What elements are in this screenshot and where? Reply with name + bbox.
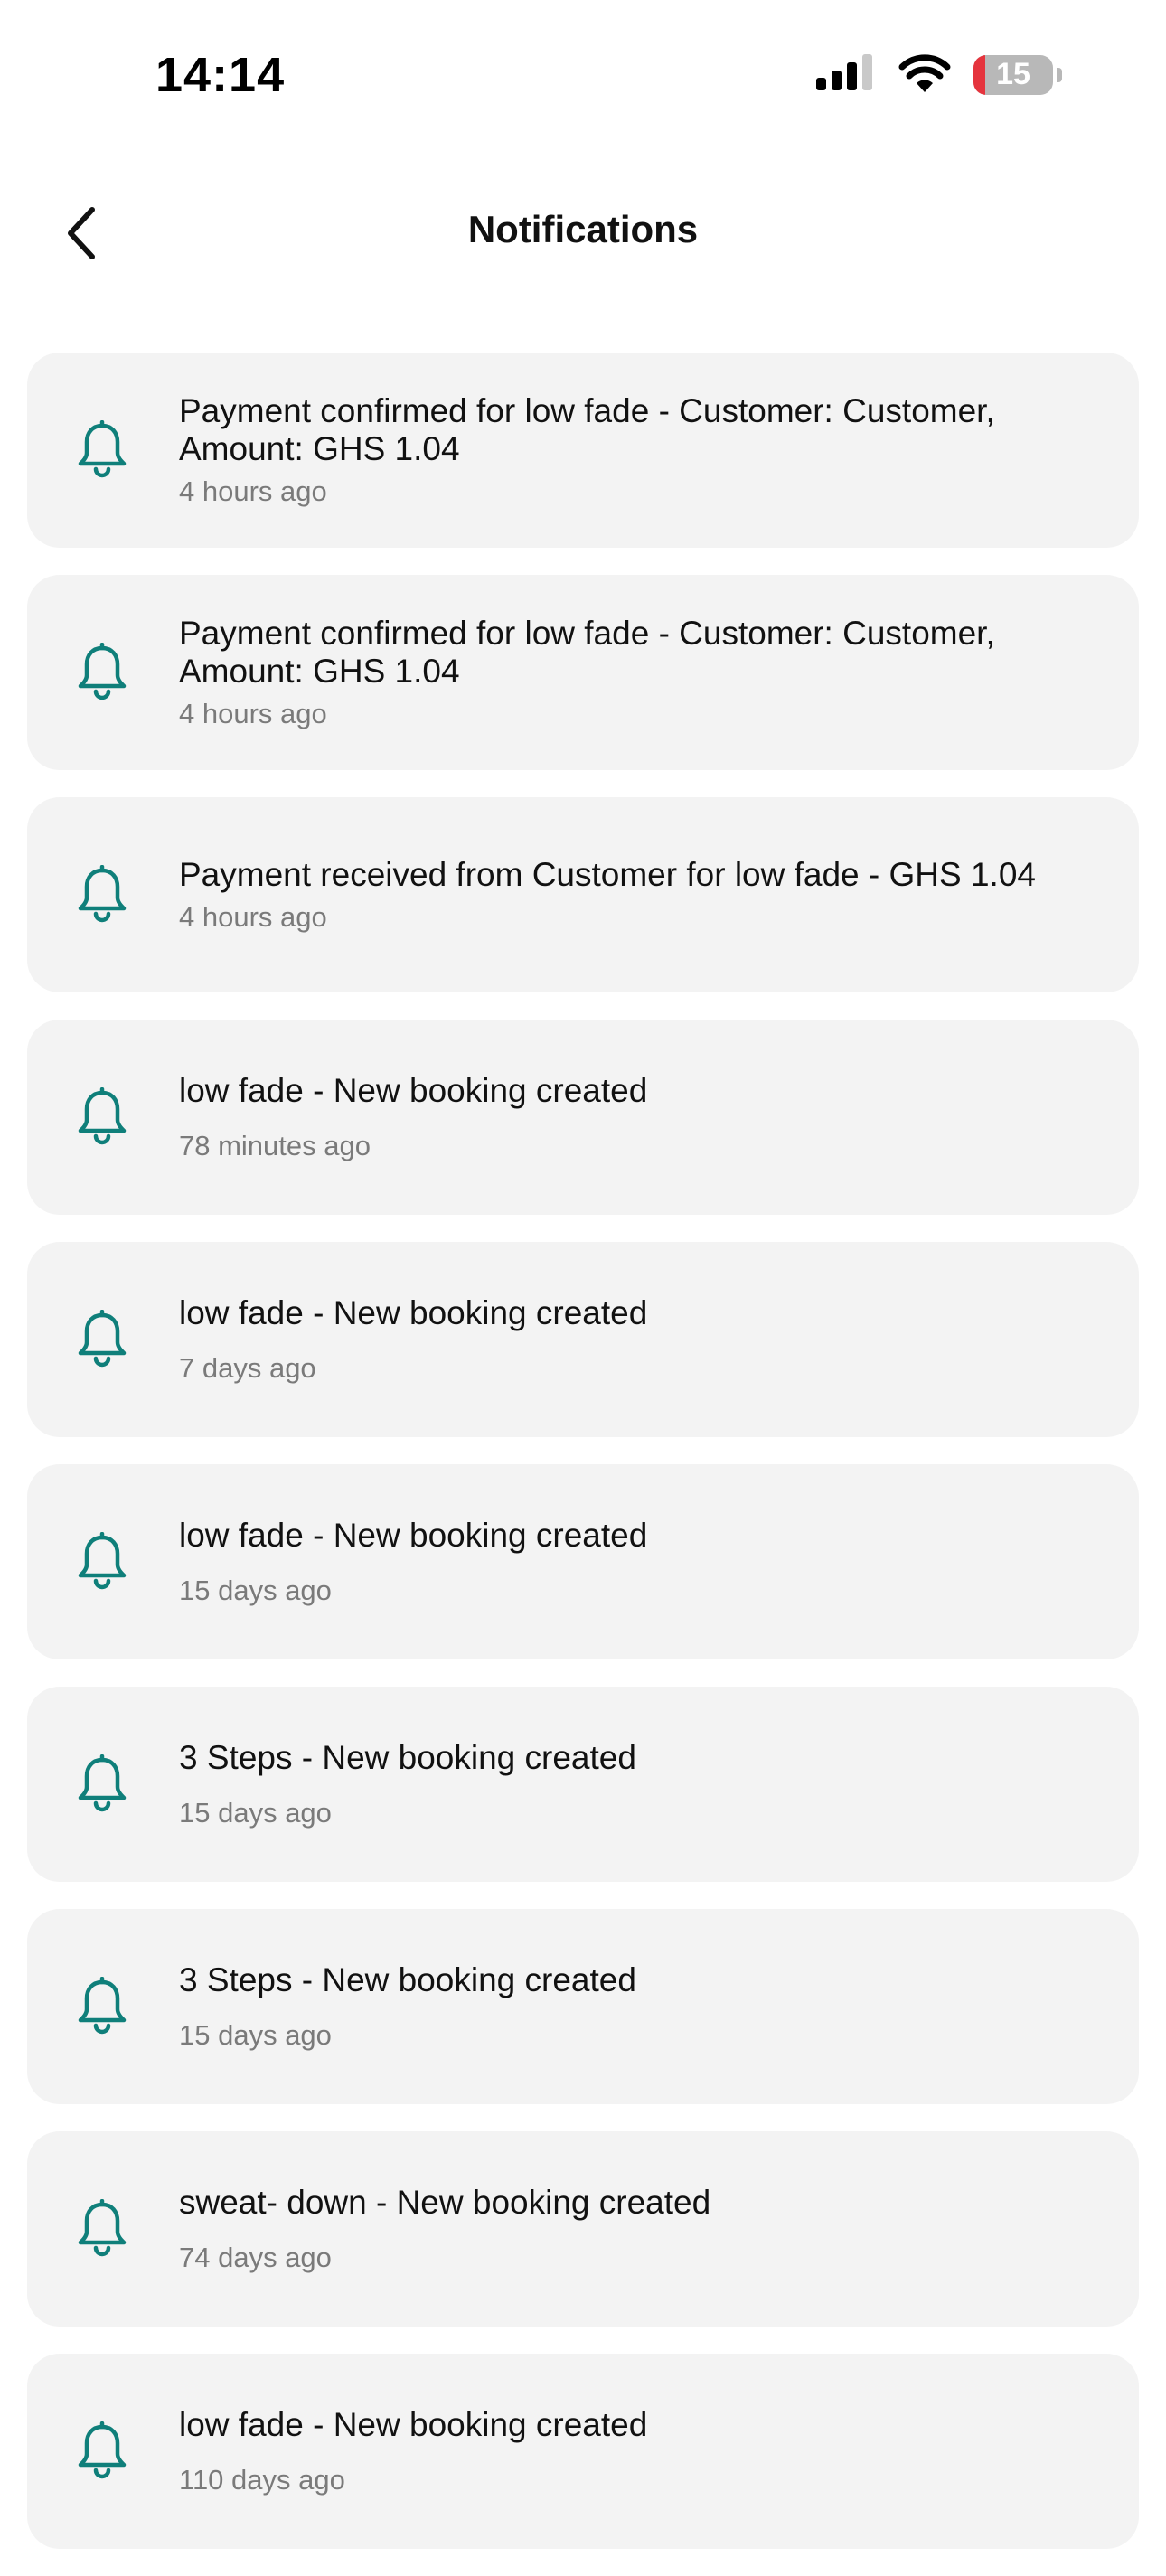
notification-item[interactable]: sweat- down - New booking created 74 days… [27, 2131, 1139, 2327]
battery-level: 15 [996, 57, 1030, 91]
notification-content: low fade - New booking created 110 days a… [179, 2354, 1085, 2549]
notification-time: 110 days ago [179, 2464, 345, 2496]
notification-time: 78 minutes ago [179, 1130, 371, 1161]
notification-message: low fade - New booking created [179, 2406, 648, 2443]
notification-item[interactable]: Payment confirmed for low fade - Custome… [27, 353, 1139, 548]
notification-content: Payment confirmed for low fade - Custome… [179, 353, 1085, 548]
notification-item[interactable]: 3 Steps - New booking created 15 days ago [27, 1909, 1139, 2104]
notification-content: 3 Steps - New booking created 15 days ago [179, 1687, 1085, 1882]
notification-time: 74 days ago [179, 2242, 332, 2273]
notification-content: low fade - New booking created 78 minutes… [179, 1020, 1085, 1215]
battery-cap [1057, 67, 1062, 82]
notification-content: sweat- down - New booking created 74 days… [179, 2131, 1085, 2327]
status-bar: 14:14 15 [0, 0, 1166, 145]
notification-time: 15 days ago [179, 2019, 332, 2051]
bell-icon [72, 2198, 132, 2259]
status-indicators: 15 [816, 52, 1062, 97]
notification-item[interactable]: Payment confirmed for low fade - Custome… [27, 575, 1139, 770]
bell-icon [72, 1086, 132, 1147]
bell-icon [72, 1753, 132, 1814]
notification-item[interactable]: low fade - New booking created 110 days a… [27, 2354, 1139, 2549]
notification-message: Payment confirmed for low fade - Custome… [179, 392, 995, 467]
status-time: 14:14 [155, 48, 286, 102]
notification-content: low fade - New booking created 7 days ago [179, 1242, 1085, 1437]
notification-content: low fade - New booking created 15 days ag… [179, 1464, 1085, 1659]
notification-content: 3 Steps - New booking created 15 days ago [179, 1909, 1085, 2104]
notification-item[interactable]: low fade - New booking created 7 days ago [27, 1242, 1139, 1437]
notification-message: sweat- down - New booking created [179, 2184, 711, 2221]
notification-time: 4 hours ago [179, 901, 327, 933]
notification-time: 4 hours ago [179, 475, 327, 507]
bell-icon [72, 1531, 132, 1592]
notification-item[interactable]: Payment received from Customer for low f… [27, 797, 1139, 992]
notification-message: Payment received from Customer for low f… [179, 856, 1036, 893]
notification-message: 3 Steps - New booking created [179, 1961, 636, 1998]
battery-indicator: 15 [973, 54, 1053, 95]
notification-item[interactable]: low fade - New booking created 15 days ag… [27, 1464, 1139, 1659]
notification-message: 3 Steps - New booking created [179, 1739, 636, 1776]
notification-message: low fade - New booking created [179, 1072, 648, 1109]
notification-content: Payment received from Customer for low f… [179, 797, 1085, 992]
bell-icon [72, 1309, 132, 1369]
cellular-signal-icon [816, 54, 876, 95]
bell-icon [72, 1976, 132, 2036]
notification-time: 15 days ago [179, 1575, 332, 1606]
page-title: Notifications [467, 208, 699, 250]
header: Notifications [0, 181, 1166, 289]
notification-message: low fade - New booking created [179, 1294, 648, 1331]
notification-time: 15 days ago [179, 1797, 332, 1829]
bell-icon [72, 864, 132, 925]
bell-icon [72, 642, 132, 702]
notification-time: 7 days ago [179, 1352, 316, 1384]
notification-item[interactable]: 3 Steps - New booking created 15 days ago [27, 1687, 1139, 1882]
notification-time: 4 hours ago [179, 698, 327, 729]
notification-list: Payment confirmed for low fade - Custome… [27, 353, 1139, 2576]
notification-message: Payment confirmed for low fade - Custome… [179, 615, 995, 690]
notification-item[interactable]: low fade - New booking created 78 minutes… [27, 1020, 1139, 1215]
bell-icon [72, 2421, 132, 2481]
wifi-icon [898, 52, 952, 97]
notification-message: low fade - New booking created [179, 1517, 648, 1554]
bell-icon [72, 419, 132, 480]
notification-content: Payment confirmed for low fade - Custome… [179, 575, 1085, 770]
